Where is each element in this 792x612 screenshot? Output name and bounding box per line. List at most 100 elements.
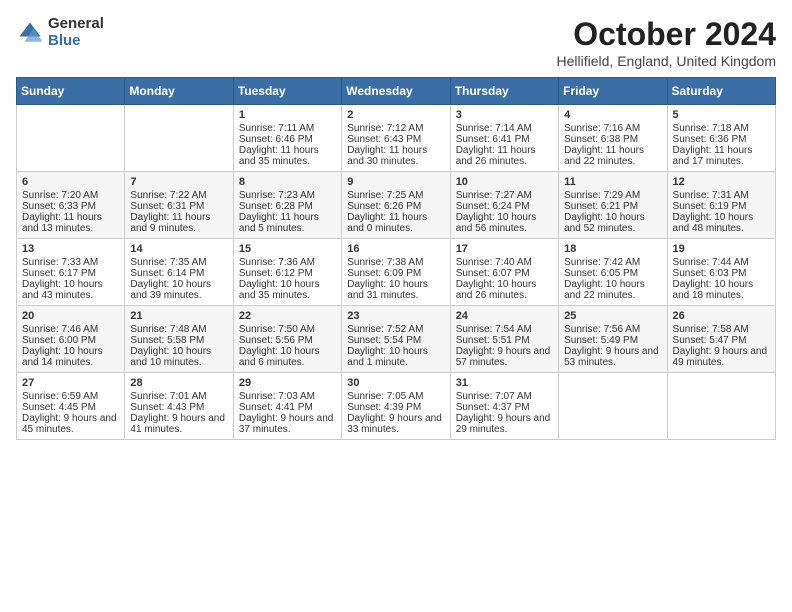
sunset-text: Sunset: 4:41 PM xyxy=(239,402,336,413)
day-number: 9 xyxy=(347,176,444,188)
weekday-header: Tuesday xyxy=(233,78,341,105)
daylight-text: Daylight: 11 hours and 22 minutes. xyxy=(564,145,661,167)
daylight-text: Daylight: 9 hours and 53 minutes. xyxy=(564,346,661,368)
daylight-text: Daylight: 9 hours and 41 minutes. xyxy=(130,413,227,435)
daylight-text: Daylight: 9 hours and 57 minutes. xyxy=(456,346,553,368)
sunrise-text: Sunrise: 7:12 AM xyxy=(347,123,444,134)
sunrise-text: Sunrise: 7:27 AM xyxy=(456,190,553,201)
day-number: 25 xyxy=(564,310,661,322)
daylight-text: Daylight: 10 hours and 43 minutes. xyxy=(22,279,119,301)
calendar-cell: 29Sunrise: 7:03 AMSunset: 4:41 PMDayligh… xyxy=(233,373,341,440)
calendar-cell: 17Sunrise: 7:40 AMSunset: 6:07 PMDayligh… xyxy=(450,239,558,306)
sunset-text: Sunset: 5:56 PM xyxy=(239,335,336,346)
calendar-cell: 22 Sunrise: 7:50 AMSunset: 5:56 PMDayligh… xyxy=(233,306,341,373)
daylight-text: Daylight: 11 hours and 26 minutes. xyxy=(456,145,553,167)
sunset-text: Sunset: 6:05 PM xyxy=(564,268,661,279)
day-number: 17 xyxy=(456,243,553,255)
day-number: 28 xyxy=(130,377,227,389)
day-number: 23 xyxy=(347,310,444,322)
calendar-table: SundayMondayTuesdayWednesdayThursdayFrid… xyxy=(16,77,776,440)
daylight-text: Daylight: 10 hours and 52 minutes. xyxy=(564,212,661,234)
sunrise-text: Sunrise: 7:48 AM xyxy=(130,324,227,335)
day-number: 11 xyxy=(564,176,661,188)
day-number: 21 xyxy=(130,310,227,322)
daylight-text: Daylight: 10 hours and 6 minutes. xyxy=(239,346,336,368)
logo-text: General Blue xyxy=(48,16,104,49)
sunset-text: Sunset: 6:26 PM xyxy=(347,201,444,212)
sunrise-text: Sunrise: 7:29 AM xyxy=(564,190,661,201)
calendar-cell: 2Sunrise: 7:12 AMSunset: 6:43 PMDaylight… xyxy=(342,105,450,172)
calendar-cell: 26 Sunrise: 7:58 AMSunset: 5:47 PMDayligh… xyxy=(667,306,775,373)
weekday-header: Thursday xyxy=(450,78,558,105)
sunset-text: Sunset: 6:17 PM xyxy=(22,268,119,279)
sunrise-text: Sunrise: 7:07 AM xyxy=(456,391,553,402)
day-number: 30 xyxy=(347,377,444,389)
daylight-text: Daylight: 10 hours and 31 minutes. xyxy=(347,279,444,301)
calendar-cell: 15 Sunrise: 7:36 AMSunset: 6:12 PMDayligh… xyxy=(233,239,341,306)
sunrise-text: Sunrise: 7:33 AM xyxy=(22,257,119,268)
calendar-cell: 23Sunrise: 7:52 AMSunset: 5:54 PMDayligh… xyxy=(342,306,450,373)
sunset-text: Sunset: 6:41 PM xyxy=(456,134,553,145)
day-number: 14 xyxy=(130,243,227,255)
day-number: 18 xyxy=(564,243,661,255)
sunset-text: Sunset: 6:12 PM xyxy=(239,268,336,279)
sunset-text: Sunset: 6:07 PM xyxy=(456,268,553,279)
day-number: 12 xyxy=(673,176,770,188)
calendar-cell: 6Sunrise: 7:20 AMSunset: 6:33 PMDaylight… xyxy=(17,172,125,239)
sunrise-text: Sunrise: 7:50 AM xyxy=(239,324,336,335)
day-number: 3 xyxy=(456,109,553,121)
weekday-header: Sunday xyxy=(17,78,125,105)
sunset-text: Sunset: 5:54 PM xyxy=(347,335,444,346)
calendar-cell: 1Sunrise: 7:11 AMSunset: 6:46 PMDaylight… xyxy=(233,105,341,172)
sunset-text: Sunset: 6:43 PM xyxy=(347,134,444,145)
page-header: General Blue October 2024 Hellifield, En… xyxy=(16,16,776,69)
day-number: 1 xyxy=(239,109,336,121)
logo: General Blue xyxy=(16,16,104,49)
calendar-cell: 5Sunrise: 7:18 AMSunset: 6:36 PMDaylight… xyxy=(667,105,775,172)
daylight-text: Daylight: 10 hours and 18 minutes. xyxy=(673,279,770,301)
sunrise-text: Sunrise: 7:36 AM xyxy=(239,257,336,268)
calendar-cell: 8Sunrise: 7:23 AMSunset: 6:28 PMDaylight… xyxy=(233,172,341,239)
day-number: 26 xyxy=(673,310,770,322)
day-number: 15 xyxy=(239,243,336,255)
weekday-header: Saturday xyxy=(667,78,775,105)
sunset-text: Sunset: 6:24 PM xyxy=(456,201,553,212)
weekday-header: Friday xyxy=(559,78,667,105)
day-number: 22 xyxy=(239,310,336,322)
sunset-text: Sunset: 6:19 PM xyxy=(673,201,770,212)
day-number: 24 xyxy=(456,310,553,322)
daylight-text: Daylight: 10 hours and 35 minutes. xyxy=(239,279,336,301)
calendar-cell: 16Sunrise: 7:38 AMSunset: 6:09 PMDayligh… xyxy=(342,239,450,306)
daylight-text: Daylight: 10 hours and 56 minutes. xyxy=(456,212,553,234)
calendar-cell: 30Sunrise: 7:05 AMSunset: 4:39 PMDayligh… xyxy=(342,373,450,440)
day-number: 19 xyxy=(673,243,770,255)
sunset-text: Sunset: 5:58 PM xyxy=(130,335,227,346)
day-number: 13 xyxy=(22,243,119,255)
sunrise-text: Sunrise: 7:23 AM xyxy=(239,190,336,201)
calendar-cell xyxy=(17,105,125,172)
calendar-cell: 10Sunrise: 7:27 AMSunset: 6:24 PMDayligh… xyxy=(450,172,558,239)
sunset-text: Sunset: 5:51 PM xyxy=(456,335,553,346)
sunrise-text: Sunrise: 7:16 AM xyxy=(564,123,661,134)
day-number: 2 xyxy=(347,109,444,121)
calendar-header-row: SundayMondayTuesdayWednesdayThursdayFrid… xyxy=(17,78,776,105)
sunrise-text: Sunrise: 7:18 AM xyxy=(673,123,770,134)
calendar-cell: 9Sunrise: 7:25 AMSunset: 6:26 PMDaylight… xyxy=(342,172,450,239)
daylight-text: Daylight: 9 hours and 49 minutes. xyxy=(673,346,770,368)
sunrise-text: Sunrise: 7:38 AM xyxy=(347,257,444,268)
calendar-cell: 11Sunrise: 7:29 AMSunset: 6:21 PMDayligh… xyxy=(559,172,667,239)
sunset-text: Sunset: 5:47 PM xyxy=(673,335,770,346)
daylight-text: Daylight: 10 hours and 48 minutes. xyxy=(673,212,770,234)
sunrise-text: Sunrise: 7:31 AM xyxy=(673,190,770,201)
daylight-text: Daylight: 11 hours and 35 minutes. xyxy=(239,145,336,167)
calendar-week-row: 20Sunrise: 7:46 AMSunset: 6:00 PMDayligh… xyxy=(17,306,776,373)
day-number: 27 xyxy=(22,377,119,389)
calendar-cell: 19Sunrise: 7:44 AMSunset: 6:03 PMDayligh… xyxy=(667,239,775,306)
sunrise-text: Sunrise: 7:58 AM xyxy=(673,324,770,335)
sunrise-text: Sunrise: 7:25 AM xyxy=(347,190,444,201)
daylight-text: Daylight: 11 hours and 13 minutes. xyxy=(22,212,119,234)
sunset-text: Sunset: 5:49 PM xyxy=(564,335,661,346)
sunrise-text: Sunrise: 7:42 AM xyxy=(564,257,661,268)
calendar-cell: 12 Sunrise: 7:31 AMSunset: 6:19 PMDayligh… xyxy=(667,172,775,239)
sunset-text: Sunset: 6:28 PM xyxy=(239,201,336,212)
